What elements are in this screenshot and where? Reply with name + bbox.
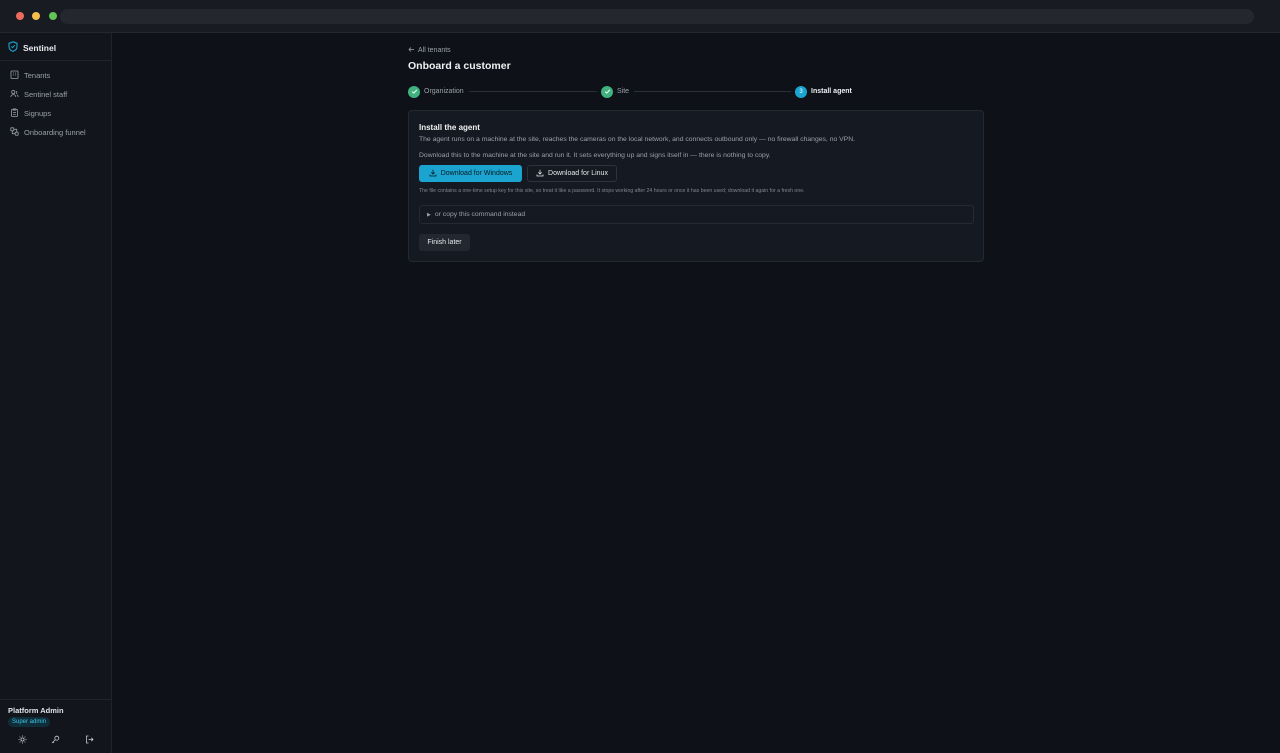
check-icon [601, 85, 613, 98]
card-instruction: Download this to the machine at the site… [419, 152, 771, 159]
caret-right-icon: ▶ [427, 211, 431, 218]
sidebar-item-onboarding-funnel[interactable]: Onboarding funnel [0, 123, 111, 142]
clipboard-icon [10, 108, 19, 119]
step-label: Organization [424, 88, 464, 95]
divider [0, 60, 111, 61]
step-label: Install agent [811, 88, 852, 95]
sun-icon [18, 731, 27, 749]
key-icon [51, 731, 60, 749]
user-actions [0, 733, 111, 747]
step-site: Site [601, 85, 629, 98]
card-title: Install the agent [419, 123, 480, 132]
maximize-window-button[interactable] [49, 12, 57, 20]
sidebar: Sentinel Tenants Sentinel staff Signups [0, 33, 112, 753]
sidebar-item-label: Tenants [24, 71, 51, 80]
sign-out-button[interactable] [82, 733, 96, 747]
sidebar-item-signups[interactable]: Signups [0, 104, 111, 123]
main-content: All tenants Onboard a customer Organizat… [112, 33, 1280, 753]
install-agent-card: Install the agent The agent runs on a ma… [408, 110, 984, 262]
brand-name: Sentinel [23, 43, 57, 53]
sidebar-item-label: Onboarding funnel [24, 128, 86, 137]
card-description: The agent runs on a machine at the site,… [419, 136, 856, 143]
step-label: Site [617, 88, 630, 95]
sidebar-item-sentinel-staff[interactable]: Sentinel staff [0, 85, 111, 104]
logout-icon [85, 731, 94, 749]
users-icon [10, 89, 19, 100]
download-linux-button[interactable]: Download for Linux [527, 165, 617, 182]
sidebar-nav: Tenants Sentinel staff Signups Onboardin… [0, 66, 111, 142]
back-link[interactable]: All tenants [408, 45, 451, 55]
shield-icon [8, 39, 18, 57]
sidebar-item-label: Sentinel staff [24, 90, 68, 99]
check-icon [408, 85, 420, 98]
download-icon [429, 169, 437, 179]
stepper: Organization Site 3 Install agent [408, 85, 984, 98]
download-linux-label: Download for Linux [548, 170, 608, 177]
step-connector [634, 91, 791, 92]
theme-toggle-button[interactable] [15, 733, 29, 747]
download-icon [536, 169, 544, 179]
brand[interactable]: Sentinel [8, 41, 56, 55]
step-organization: Organization [408, 85, 464, 98]
address-bar[interactable] [60, 9, 1254, 24]
page-title: Onboard a customer [408, 60, 511, 72]
building-icon [10, 70, 19, 81]
back-link-label: All tenants [418, 46, 451, 54]
arrow-left-icon [408, 46, 415, 55]
api-keys-button[interactable] [48, 733, 62, 747]
workflow-icon [10, 127, 19, 138]
user-name: Platform Admin [8, 706, 64, 715]
copy-command-toggle[interactable]: ▶ or copy this command instead [419, 205, 974, 224]
browser-titlebar [0, 0, 1280, 33]
setup-key-note: The file contains a one-time setup key f… [419, 188, 805, 194]
role-badge: Super admin [8, 717, 51, 727]
step-install-agent: 3 Install agent [795, 85, 852, 98]
step-number: 3 [795, 85, 807, 98]
download-windows-button[interactable]: Download for Windows [419, 165, 522, 182]
copy-command-label: or copy this command instead [434, 211, 526, 218]
minimize-window-button[interactable] [32, 12, 40, 20]
step-connector [469, 91, 597, 92]
sidebar-item-label: Signups [24, 109, 52, 118]
sidebar-item-tenants[interactable]: Tenants [0, 66, 111, 85]
finish-later-button[interactable]: Finish later [419, 234, 470, 251]
divider [0, 699, 111, 700]
download-windows-label: Download for Windows [440, 170, 513, 177]
close-window-button[interactable] [16, 12, 24, 20]
